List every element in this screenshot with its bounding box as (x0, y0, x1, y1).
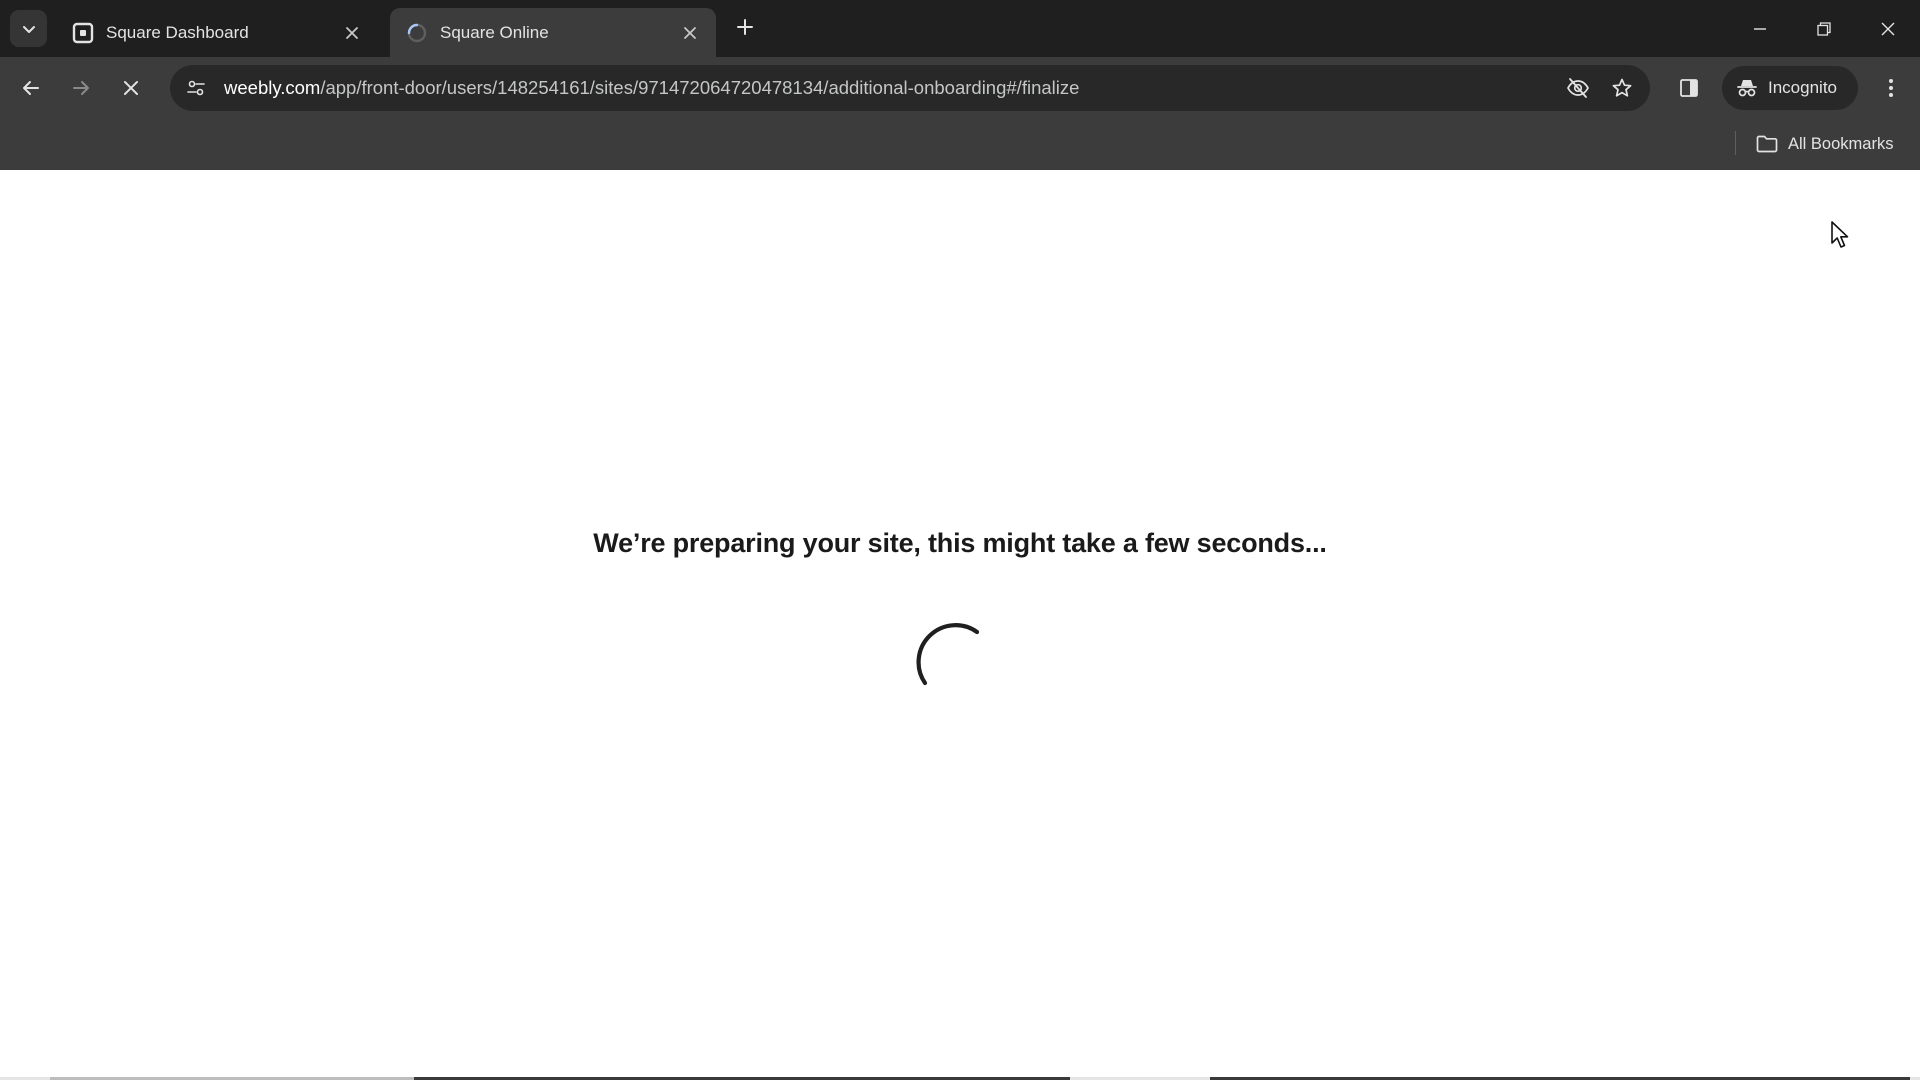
minimize-button[interactable] (1728, 0, 1792, 57)
window-controls (1728, 0, 1920, 57)
close-window-button[interactable] (1856, 0, 1920, 57)
restore-icon (1817, 21, 1831, 36)
tab-square-dashboard[interactable]: Square Dashboard (56, 8, 378, 57)
arrow-right-icon (73, 81, 89, 95)
stop-loading-button[interactable] (112, 69, 150, 107)
bookmarks-divider (1735, 131, 1736, 155)
chevron-down-icon (22, 25, 35, 33)
tab-title: Square Dashboard (106, 22, 249, 42)
tracking-protection-button[interactable] (1556, 65, 1600, 111)
url-host: weebly.com (224, 77, 321, 98)
url-text[interactable]: weebly.com/app/front-door/users/14825416… (218, 77, 1556, 99)
mouse-cursor-icon (1831, 221, 1849, 248)
tab-search-button[interactable] (10, 10, 47, 47)
minimize-icon (1754, 27, 1766, 30)
incognito-indicator[interactable]: Incognito (1722, 66, 1858, 110)
browser-toolbar: weebly.com/app/front-door/users/14825416… (0, 57, 1920, 119)
bookmark-star-button[interactable] (1600, 65, 1644, 111)
page-content: We’re preparing your site, this might ta… (0, 170, 1920, 1080)
folder-icon (1756, 135, 1778, 153)
all-bookmarks-label: All Bookmarks (1788, 134, 1894, 153)
square-logo-icon (72, 22, 94, 43)
arrow-left-icon (23, 81, 39, 95)
loading-spinner-icon (407, 23, 427, 42)
side-panel-icon (1680, 79, 1698, 97)
close-icon (346, 26, 358, 39)
loading-message: We’re preparing your site, this might ta… (593, 528, 1327, 558)
tab-title: Square Online (440, 22, 549, 42)
close-tab-button[interactable] (340, 21, 364, 45)
incognito-icon (1737, 80, 1757, 97)
close-icon (124, 81, 138, 95)
plus-icon (737, 19, 753, 35)
close-icon (1881, 22, 1895, 35)
star-icon (1612, 78, 1632, 97)
tune-icon (187, 80, 205, 96)
loading-spinner-icon (916, 623, 980, 686)
bookmarks-bar: All Bookmarks (0, 119, 1920, 170)
more-vertical-icon (1889, 79, 1893, 97)
close-tab-button[interactable] (678, 21, 702, 45)
close-icon (684, 26, 696, 39)
eye-off-icon (1567, 78, 1589, 98)
site-info-button[interactable] (174, 65, 218, 111)
browser-menu-button[interactable] (1872, 69, 1910, 107)
address-bar[interactable]: weebly.com/app/front-door/users/14825416… (170, 65, 1650, 111)
restore-button[interactable] (1792, 0, 1856, 57)
tab-square-online[interactable]: Square Online (390, 8, 716, 57)
url-path: /app/front-door/users/148254161/sites/97… (320, 77, 1080, 98)
back-button[interactable] (12, 69, 50, 107)
side-panel-button[interactable] (1670, 69, 1708, 107)
tab-strip: Square Dashboard Square Online (0, 0, 1920, 57)
forward-button[interactable] (62, 69, 100, 107)
incognito-label: Incognito (1768, 78, 1837, 97)
all-bookmarks-button[interactable]: All Bookmarks (1756, 127, 1893, 161)
new-tab-button[interactable] (730, 12, 760, 42)
